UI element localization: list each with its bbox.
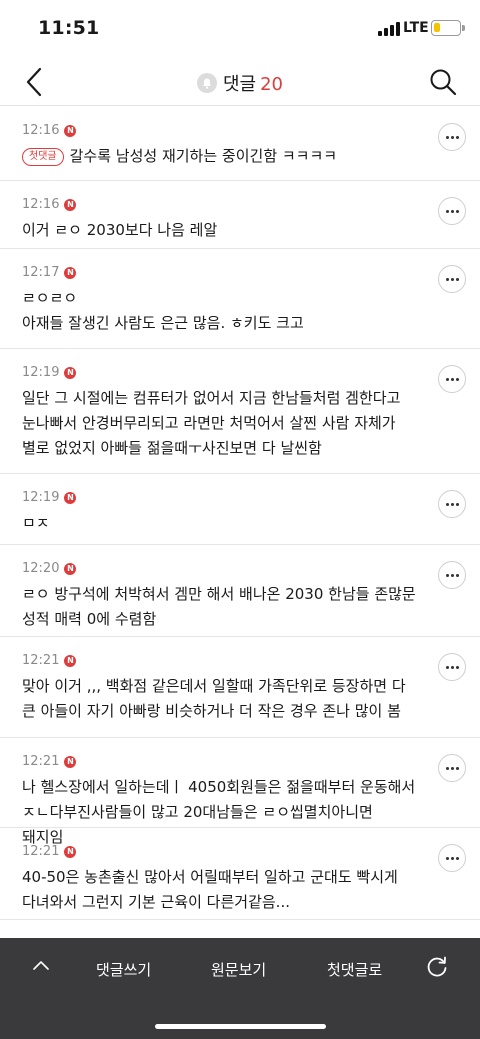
header: 댓글 20 xyxy=(0,58,480,106)
first-comment-tag: 첫댓글 xyxy=(22,148,64,166)
new-badge: N xyxy=(64,266,77,279)
comment-meta: 12:19 N xyxy=(22,365,418,380)
comment-meta: 12:19 N xyxy=(22,490,418,505)
comment-body: ㄹㅇ 방구석에 처박혀서 겜만 해서 배나온 2030 한남들 존많문 성적 매… xyxy=(22,582,418,632)
comment-meta: 12:21 N xyxy=(22,754,418,769)
new-badge: N xyxy=(64,491,77,504)
view-original-button[interactable]: 원문보기 xyxy=(211,959,266,980)
more-button[interactable] xyxy=(438,365,466,393)
comment-text: 일단 그 시절에는 컴퓨터가 없어서 지금 한남들처럼 겜한다고 눈나빠서 안경… xyxy=(22,389,401,457)
page-title: 댓글 20 xyxy=(0,70,480,96)
status-bar: 11:51 LTE xyxy=(0,0,480,58)
home-indicator[interactable] xyxy=(155,1024,326,1029)
more-button[interactable] xyxy=(438,265,466,293)
comment-item: 12:21 N 40-50은 농촌출신 많아서 어릴때부터 일하고 군대도 빡시게 … xyxy=(0,828,480,920)
comment-meta: 12:21 N xyxy=(22,844,418,859)
more-button[interactable] xyxy=(438,197,466,225)
more-button[interactable] xyxy=(438,123,466,151)
comment-item: 12:20 N ㄹㅇ 방구석에 처박혀서 겜만 해서 배나온 2030 한남들 존많… xyxy=(0,545,480,637)
comment-text: 40-50은 농촌출신 많아서 어릴때부터 일하고 군대도 빡시게 다녀와서 그… xyxy=(22,868,398,911)
more-icon xyxy=(445,573,459,577)
comment-list: 12:16 N 첫댓글 갈수록 남성성 재기하는 중이긴함 ㅋㅋㅋㅋ 12:16 N 이거 … xyxy=(0,107,480,937)
new-badge: N xyxy=(64,198,77,211)
comment-time: 12:19 xyxy=(22,365,60,380)
new-badge: N xyxy=(64,124,77,137)
comment-text: 맞아 이거 ,,, 백화점 같은데서 일할때 가족단위로 등장하면 다 큰 아들… xyxy=(22,677,406,720)
to-first-comment-button[interactable]: 첫댓글로 xyxy=(327,959,382,980)
comment-time: 12:17 xyxy=(22,265,60,280)
comment-body: 이거 ㄹㅇ 2030보다 나음 레알 xyxy=(22,218,418,243)
battery-icon xyxy=(431,20,461,36)
battery-fill xyxy=(434,23,440,32)
bottom-toolbar: 댓글쓰기 원문보기 첫댓글로 xyxy=(0,938,480,1039)
comment-meta: 12:21 N xyxy=(22,653,418,668)
comment-time: 12:21 xyxy=(22,754,60,769)
comment-time: 12:21 xyxy=(22,653,60,668)
comment-body: ㄹㅇㄹㅇ 아재들 잘생긴 사람도 은근 많음. ㅎ키도 크고 xyxy=(22,286,418,336)
comment-body: 맞아 이거 ,,, 백화점 같은데서 일할때 가족단위로 등장하면 다 큰 아들… xyxy=(22,674,418,724)
more-icon xyxy=(445,856,459,860)
comment-body: 40-50은 농촌출신 많아서 어릴때부터 일하고 군대도 빡시게 다녀와서 그… xyxy=(22,865,418,915)
more-icon xyxy=(445,502,459,506)
new-badge: N xyxy=(64,755,77,768)
more-button[interactable] xyxy=(438,561,466,589)
comment-text: 갈수록 남성성 재기하는 중이긴함 ㅋㅋㅋㅋ xyxy=(69,147,338,165)
more-button[interactable] xyxy=(438,653,466,681)
network-label: LTE xyxy=(403,20,429,36)
comment-count: 20 xyxy=(260,74,284,95)
signal-icon xyxy=(378,22,400,36)
comment-meta: 12:16 N xyxy=(22,197,418,212)
search-icon xyxy=(430,69,457,96)
more-button[interactable] xyxy=(438,490,466,518)
comment-item: 12:19 N ㅁㅈ xyxy=(0,474,480,545)
comment-time: 12:20 xyxy=(22,561,60,576)
comment-meta: 12:20 N xyxy=(22,561,418,576)
comment-body: ㅁㅈ xyxy=(22,511,418,536)
comment-meta: 12:17 N xyxy=(22,265,418,280)
write-comment-button[interactable]: 댓글쓰기 xyxy=(96,959,151,980)
new-badge: N xyxy=(64,366,77,379)
comment-time: 12:16 xyxy=(22,197,60,212)
new-badge: N xyxy=(64,654,77,667)
comment-text: ㅁㅈ xyxy=(22,514,50,532)
search-button[interactable] xyxy=(428,67,458,97)
comment-time: 12:19 xyxy=(22,490,60,505)
more-icon xyxy=(445,665,459,669)
refresh-icon[interactable] xyxy=(425,955,449,979)
status-time: 11:51 xyxy=(38,17,100,39)
comment-time: 12:16 xyxy=(22,123,60,138)
more-icon xyxy=(445,135,459,139)
comment-meta: 12:16 N xyxy=(22,123,418,138)
comment-text: ㄹㅇㄹㅇ 아재들 잘생긴 사람도 은근 많음. ㅎ키도 크고 xyxy=(22,289,304,332)
more-button[interactable] xyxy=(438,754,466,782)
more-icon xyxy=(445,209,459,213)
comment-item: 12:17 N ㄹㅇㄹㅇ 아재들 잘생긴 사람도 은근 많음. ㅎ키도 크고 xyxy=(0,249,480,349)
comment-time: 12:21 xyxy=(22,844,60,859)
title-label: 댓글 xyxy=(222,74,257,95)
comment-item: 12:21 N 나 헬스장에서 일하는데ㅣ 4050회원들은 젊을때부터 운동해서 … xyxy=(0,738,480,846)
chevron-up-icon[interactable] xyxy=(32,958,50,972)
comment-body: 첫댓글 갈수록 남성성 재기하는 중이긴함 ㅋㅋㅋㅋ xyxy=(22,144,418,169)
battery-cap xyxy=(462,25,465,31)
more-icon xyxy=(445,766,459,770)
comment-body: 일단 그 시절에는 컴퓨터가 없어서 지금 한남들처럼 겜한다고 눈나빠서 안경… xyxy=(22,386,418,461)
comment-item: 12:16 N 이거 ㄹㅇ 2030보다 나음 레알 xyxy=(0,181,480,249)
comment-item: 12:19 N 일단 그 시절에는 컴퓨터가 없어서 지금 한남들처럼 겜한다고 눈… xyxy=(0,349,480,474)
bell-icon[interactable] xyxy=(196,73,217,93)
more-icon xyxy=(445,377,459,381)
comment-text: 이거 ㄹㅇ 2030보다 나음 레알 xyxy=(22,221,218,239)
comment-text: ㄹㅇ 방구석에 처박혀서 겜만 해서 배나온 2030 한남들 존많문 성적 매… xyxy=(22,585,416,628)
comment-item: 12:16 N 첫댓글 갈수록 남성성 재기하는 중이긴함 ㅋㅋㅋㅋ xyxy=(0,107,480,181)
new-badge: N xyxy=(64,562,77,575)
comment-item: 12:21 N 맞아 이거 ,,, 백화점 같은데서 일할때 가족단위로 등장하면 … xyxy=(0,637,480,738)
new-badge: N xyxy=(64,845,77,858)
more-icon xyxy=(445,277,459,281)
more-button[interactable] xyxy=(438,844,466,872)
